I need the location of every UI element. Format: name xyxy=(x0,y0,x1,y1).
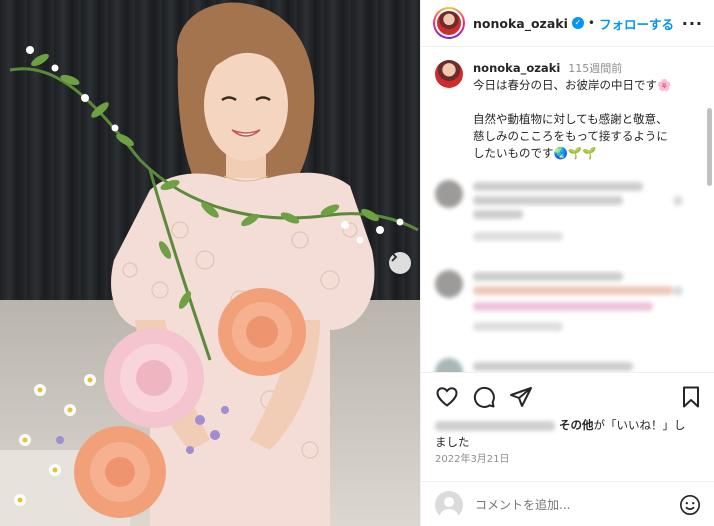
likes-others-link[interactable]: その他 xyxy=(559,418,594,432)
likes-summary: その他が「いいね！」し ました xyxy=(435,417,705,451)
verified-badge-icon: ✓ xyxy=(571,17,584,29)
chevron-right-icon xyxy=(391,252,398,262)
avatar[interactable] xyxy=(435,9,463,37)
post-actions: その他が「いいね！」し ました 2022年3月21日 xyxy=(421,372,714,526)
caption: nonoka_ozaki 115週間前 今日は春分の日、お彼岸の中日です🌸 自然… xyxy=(435,60,697,162)
blurred-comment xyxy=(435,270,685,340)
action-row xyxy=(435,385,546,409)
separator-dot: • xyxy=(587,16,595,30)
post-header: nonoka_ozaki ✓ • フォローする ··· xyxy=(421,0,714,47)
caption-line: したいものです🌏🌱🌱 xyxy=(473,146,597,160)
post-side-panel: nonoka_ozaki ✓ • フォローする ··· nonoka_ozaki… xyxy=(420,0,714,526)
smiley-icon[interactable] xyxy=(679,494,701,516)
photo-illustration xyxy=(0,2,419,526)
caption-username[interactable]: nonoka_ozaki xyxy=(473,60,560,77)
blurred-comment xyxy=(435,358,685,372)
post-date: 2022年3月21日 xyxy=(435,454,510,465)
heart-icon[interactable] xyxy=(435,385,459,409)
profile-avatar-ring[interactable] xyxy=(433,7,465,39)
blurred-liker-name xyxy=(435,420,555,431)
scrollbar[interactable] xyxy=(707,108,712,186)
comment-icon[interactable] xyxy=(472,385,496,409)
post-photo[interactable] xyxy=(0,0,420,526)
follow-button[interactable]: フォローする xyxy=(599,14,674,33)
ellipsis-icon[interactable]: ··· xyxy=(682,14,703,33)
caption-time: 115週間前 xyxy=(568,62,623,75)
caption-avatar[interactable] xyxy=(435,60,463,88)
user-avatar-placeholder xyxy=(435,490,463,519)
caption-header: nonoka_ozaki 115週間前 xyxy=(473,60,671,77)
caption-line: 今日は春分の日、お彼岸の中日です🌸 xyxy=(473,78,672,92)
likes-text-continued: ました xyxy=(435,435,470,449)
header-username[interactable]: nonoka_ozaki xyxy=(473,16,568,31)
likes-text: が「いいね！」し xyxy=(593,418,686,432)
caption-body: nonoka_ozaki 115週間前 今日は春分の日、お彼岸の中日です🌸 自然… xyxy=(473,60,671,162)
bookmark-icon[interactable] xyxy=(679,385,703,409)
caption-line: 慈しみのこころをもって接するように xyxy=(473,129,668,143)
next-photo-button[interactable] xyxy=(389,252,411,274)
comment-input[interactable] xyxy=(475,497,665,512)
caption-line xyxy=(473,94,671,111)
caption-line: 自然や動植物に対しても感謝と敬意、 xyxy=(473,112,668,126)
blurred-comment xyxy=(435,180,685,250)
add-comment-bar xyxy=(421,481,714,526)
comments-scroll-area[interactable]: nonoka_ozaki 115週間前 今日は春分の日、お彼岸の中日です🌸 自然… xyxy=(421,48,714,372)
send-icon[interactable] xyxy=(509,385,533,409)
